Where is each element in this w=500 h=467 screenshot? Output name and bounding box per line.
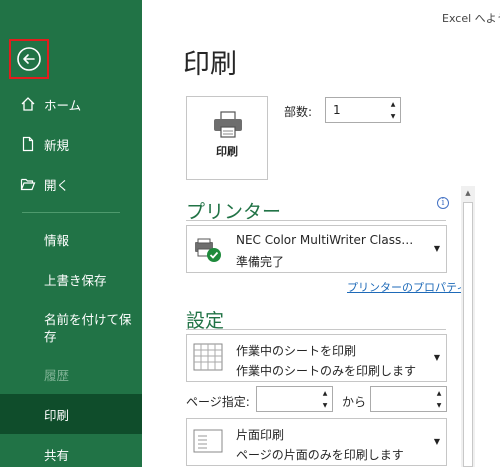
chevron-down-icon: ▼ [433, 244, 440, 253]
copies-spinner: ▲ ▼ [386, 98, 400, 122]
settings-scrollbar[interactable]: ▲ [461, 186, 475, 467]
pages-to-label: から [342, 395, 367, 409]
print-what-title: 作業中のシートを印刷 [236, 344, 357, 358]
sidebar-item-label: 新規 [44, 137, 70, 153]
sidebar-item-print[interactable]: 印刷 [0, 394, 142, 434]
pages-to-stepper[interactable]: ▲ ▼ [370, 386, 447, 412]
page-title: 印刷 [183, 49, 237, 80]
sidebar-item-label: ホーム [44, 97, 82, 113]
printer-icon [214, 111, 242, 138]
printer-name: NEC Color MultiWriter Class… [236, 233, 414, 247]
pages-from-spinner: ▲ ▼ [318, 387, 332, 411]
single-sided-icon [193, 429, 223, 453]
pages-from-stepper[interactable]: ▲ ▼ [256, 386, 333, 412]
printer-status-icon [195, 238, 221, 262]
chevron-down-icon: ▼ [433, 353, 440, 362]
home-icon [20, 96, 36, 112]
copies-value: 1 [333, 103, 341, 117]
printer-status: 準備完了 [236, 255, 285, 269]
printer-dropdown[interactable]: NEC Color MultiWriter Class… 準備完了 ▼ [186, 225, 447, 273]
pages-label: ページ指定: [186, 395, 250, 409]
new-document-icon [20, 136, 36, 152]
open-folder-icon [20, 176, 36, 192]
spin-up-icon[interactable]: ▲ [318, 387, 332, 399]
sides-title: 片面印刷 [236, 428, 285, 442]
sidebar-item-label: 名前を付けて保存 [44, 312, 132, 344]
scroll-up-icon[interactable]: ▲ [461, 186, 475, 200]
sidebar-item-label: 履歴 [44, 367, 70, 383]
sidebar-item-info[interactable]: 情報 [0, 219, 142, 259]
sidebar-item-label: 共有 [44, 447, 70, 463]
sides-description: ページの片面のみを印刷します [236, 448, 404, 462]
back-button[interactable] [9, 39, 49, 79]
scrollbar-thumb[interactable] [463, 202, 473, 467]
sidebar-item-home[interactable]: ホーム [0, 84, 142, 124]
sidebar-item-label: 情報 [44, 232, 70, 248]
sidebar-item-label: 印刷 [44, 407, 70, 423]
spin-up-icon[interactable]: ▲ [386, 98, 400, 110]
spin-down-icon[interactable]: ▼ [432, 399, 446, 411]
sidebar-divider [22, 212, 120, 213]
sidebar-item-new[interactable]: 新規 [0, 124, 142, 164]
spin-up-icon[interactable]: ▲ [432, 387, 446, 399]
sidebar-item-save[interactable]: 上書き保存 [0, 259, 142, 299]
sheet-grid-icon [193, 343, 223, 371]
printer-heading-divider [186, 220, 446, 221]
spin-down-icon[interactable]: ▼ [318, 399, 332, 411]
settings-heading-divider [186, 329, 446, 330]
backstage-sidebar: ホーム 新規 開く 情報 上書き保存 名前を付けて保存 履歴 印刷 共有 [0, 0, 142, 467]
print-what-dropdown[interactable]: 作業中のシートを印刷 作業中のシートのみを印刷します ▼ [186, 334, 447, 382]
sides-dropdown[interactable]: 片面印刷 ページの片面のみを印刷します ▼ [186, 418, 447, 466]
info-icon[interactable]: i [437, 197, 449, 209]
sidebar-item-save-as[interactable]: 名前を付けて保存 [44, 311, 140, 345]
chevron-down-icon: ▼ [433, 437, 440, 446]
back-arrow-icon [17, 47, 41, 71]
pages-to-spinner: ▲ ▼ [432, 387, 446, 411]
print-button[interactable]: 印刷 [186, 96, 268, 180]
printer-properties-link[interactable]: プリンターのプロパティ [347, 279, 467, 295]
sidebar-item-label: 上書き保存 [44, 272, 107, 288]
copies-stepper[interactable]: 1 ▲ ▼ [325, 97, 401, 123]
sidebar-item-label: 開く [44, 177, 70, 193]
window-title: Excel へよう [442, 12, 500, 25]
sidebar-item-open[interactable]: 開く [0, 164, 142, 204]
spin-down-icon[interactable]: ▼ [386, 110, 400, 122]
print-what-description: 作業中のシートのみを印刷します [236, 364, 417, 378]
sidebar-item-history: 履歴 [0, 354, 142, 394]
copies-label: 部数: [284, 105, 313, 119]
sidebar-item-share[interactable]: 共有 [0, 434, 142, 467]
print-button-label: 印刷 [216, 145, 238, 158]
